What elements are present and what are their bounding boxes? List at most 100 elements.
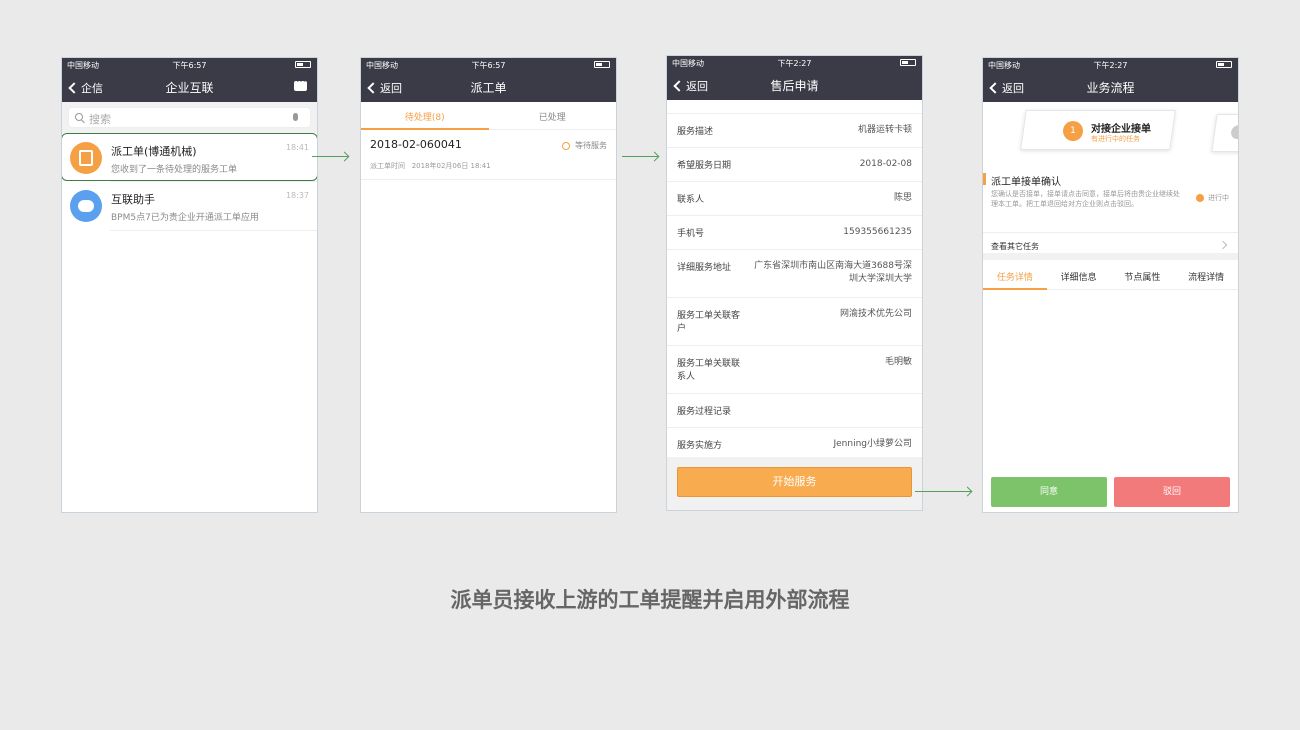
chat-time: 18:37: [285, 191, 309, 200]
detail-value: 网渝技术优先公司: [839, 309, 912, 319]
tab-task-detail[interactable]: 任务详情: [983, 260, 1047, 289]
page-caption: 派单员接收上游的工单提醒并启用外部流程: [450, 588, 850, 612]
search-input[interactable]: 搜索: [68, 107, 311, 128]
detail-label: 手机号: [677, 229, 705, 239]
avatar: [70, 190, 102, 222]
detail-value: 机器运转卡顿: [857, 125, 912, 135]
tab-detail-info[interactable]: 详细信息: [1047, 260, 1111, 289]
nav-bar: 返回 售后申请: [667, 70, 922, 100]
task-progress: 进行中: [1196, 193, 1229, 203]
order-status-label: 等待服务: [575, 141, 607, 150]
avatar: [70, 142, 102, 174]
detail-label: 服务工单关联联系人: [677, 359, 741, 382]
detail-value: 159355661235: [843, 227, 912, 237]
detail-label: 联系人: [677, 195, 705, 205]
tab-processed[interactable]: 已处理: [489, 102, 617, 129]
order-time: 派工单时间 2018年02月06日 18:41: [370, 161, 491, 171]
tab-bar: 待处理(8) 已处理: [361, 102, 616, 130]
clock-icon: [562, 141, 570, 150]
detail-row: 手机号 159355661235: [667, 216, 922, 250]
status-time: 下午2:27: [1093, 61, 1128, 70]
message-icon[interactable]: [294, 77, 307, 91]
nav-bar: 企信 企业互联: [62, 72, 317, 102]
task-description: 您确认是否接单，接单请点击同意，接单后将由贵企业继续处理本工单。把工单退回给对方…: [991, 190, 1180, 208]
search-placeholder: 搜索: [89, 113, 111, 126]
tab-flow-detail[interactable]: 流程详情: [1174, 260, 1238, 289]
status-dot-icon: [1196, 194, 1204, 202]
tab-node-attributes[interactable]: 节点属性: [1111, 260, 1175, 289]
task-title: 派工单接单确认: [991, 177, 1061, 188]
status-bar: 中国移动 下午2:27: [983, 58, 1238, 72]
tab-indicator: [983, 288, 1047, 290]
chevron-right-icon: [1218, 240, 1228, 250]
detail-row: 联系人 陈思: [667, 182, 922, 216]
detail-row: 服务工单关联客户 网渝技术优先公司: [667, 298, 922, 346]
bottom-bar: 开始服务: [667, 457, 922, 510]
chat-name: 派工单(博通机械): [111, 145, 197, 158]
phone-screen-business-flow: 中国移动 下午2:27 返回 业务流程 1 对接企业接单 有进行中的任务 派工单…: [982, 57, 1239, 513]
order-id: 2018-02-060041: [370, 138, 462, 151]
detail-label: 服务过程记录: [677, 407, 732, 417]
divider: [110, 230, 317, 231]
battery-icon: [900, 59, 916, 66]
detail-row: 详细服务地址 广东省深圳市南山区南海大道3688号深圳大学深圳大学: [667, 250, 922, 298]
step-number: 1: [1063, 121, 1083, 141]
scrolled-row: [667, 100, 922, 114]
order-item[interactable]: 2018-02-060041 等待服务 派工单时间 2018年02月06日 18…: [361, 130, 616, 180]
detail-label: 服务实施方: [677, 441, 723, 451]
chat-item-assistant[interactable]: 互联助手 BPM5点7已为贵企业开通派工单应用 18:37: [62, 182, 317, 230]
detail-value: 广东省深圳市南山区南海大道3688号深圳大学深圳大学: [754, 261, 912, 285]
detail-value: Jenning小绿萝公司: [833, 439, 912, 449]
order-status: 等待服务: [562, 140, 607, 151]
detail-label: 详细服务地址: [677, 263, 732, 273]
detail-label: 希望服务日期: [677, 161, 732, 171]
detail-row[interactable]: 服务过程记录: [667, 394, 922, 428]
detail-row: 服务工单关联联系人 毛明敏: [667, 346, 922, 394]
detail-value: 2018-02-08: [859, 159, 912, 169]
chat-item-dispatch[interactable]: 派工单(博通机械) 您收到了一条待处理的服务工单 18:41: [62, 133, 317, 181]
status-time: 下午2:27: [777, 59, 812, 68]
nav-title: 企业互联: [165, 81, 214, 95]
flow-arrow: [622, 156, 658, 157]
flow-arrow: [915, 491, 971, 492]
step-subtitle: 有进行中的任务: [1091, 135, 1140, 143]
tab-pending[interactable]: 待处理(8): [361, 102, 489, 129]
status-bar: 中国移动 下午2:27: [667, 56, 922, 70]
reject-button[interactable]: 驳回: [1114, 477, 1230, 507]
status-bar: 中国移动 下午6:57: [62, 58, 317, 72]
detail-row: 服务描述 机器运转卡顿: [667, 114, 922, 148]
nav-title: 业务流程: [1086, 81, 1135, 95]
phone-screen-service-request: 中国移动 下午2:27 返回 售后申请 服务描述 机器运转卡顿 希望服务日期 201…: [666, 55, 923, 511]
agree-button[interactable]: 同意: [991, 477, 1107, 507]
status-time: 下午6:57: [172, 61, 207, 70]
flow-step-card-next[interactable]: [1211, 114, 1238, 152]
phone-screen-enterprise-connect: 中国移动 下午6:57 企信 企业互联 搜索 派工单(博通机械) 您收到了一条待…: [61, 57, 318, 513]
task-progress-label: 进行中: [1208, 194, 1229, 202]
status-time: 下午6:57: [471, 61, 506, 70]
nav-bar: 返回 业务流程: [983, 72, 1238, 102]
divider: [983, 232, 1238, 233]
chat-name: 互联助手: [111, 193, 155, 206]
phone-screen-dispatch-list: 中国移动 下午6:57 返回 派工单 待处理(8) 已处理 2018-02-06…: [360, 57, 617, 513]
accent-bar: [983, 173, 986, 185]
detail-list: 服务描述 机器运转卡顿 希望服务日期 2018-02-08 联系人 陈思 手机号 159…: [667, 100, 922, 462]
order-time-label: 派工单时间: [370, 162, 405, 170]
battery-icon: [1216, 61, 1232, 68]
detail-label: 服务工单关联客户: [677, 311, 741, 334]
search-icon: [75, 113, 83, 121]
order-time-value: 2018年02月06日 18:41: [411, 162, 491, 170]
status-bar: 中国移动 下午6:57: [361, 58, 616, 72]
battery-icon: [594, 61, 610, 68]
battery-icon: [295, 61, 311, 68]
nav-title: 售后申请: [770, 79, 819, 93]
detail-row: 希望服务日期 2018-02-08: [667, 148, 922, 182]
chat-bubble-icon: [78, 200, 94, 212]
detail-label: 服务描述: [677, 127, 714, 137]
chat-preview: 您收到了一条待处理的服务工单: [111, 165, 238, 175]
start-service-button[interactable]: 开始服务: [677, 467, 912, 497]
step-title: 对接企业接单: [1091, 124, 1151, 135]
clipboard-icon: [79, 150, 93, 166]
other-tasks-link[interactable]: 查看其它任务: [991, 241, 1039, 252]
task-section: 派工单接单确认 您确认是否接单，接单请点击同意，接单后将由贵企业继续处理本工单。…: [983, 160, 1238, 260]
microphone-icon[interactable]: [293, 113, 298, 121]
